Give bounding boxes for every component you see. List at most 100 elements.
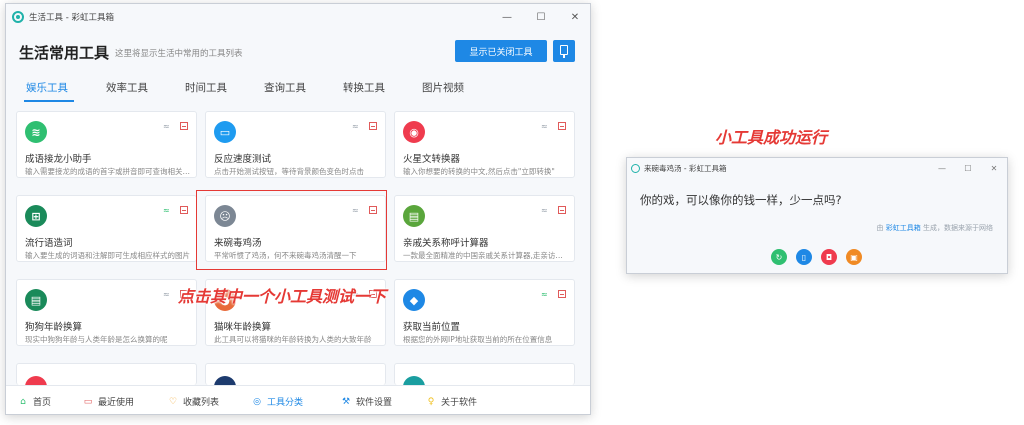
receipt-icon: ≋ xyxy=(25,121,47,143)
nav-settings[interactable]: ⚒ 软件设置 xyxy=(341,395,393,409)
scrollbar[interactable] xyxy=(590,102,591,312)
nav-label: 首页 xyxy=(33,398,52,408)
tool-card-desc: 输入要生成的词语和注解即可生成相应样式的图片 xyxy=(25,251,190,260)
tool-card-partial[interactable] xyxy=(205,363,386,398)
remove-tool-icon[interactable] xyxy=(180,122,188,130)
dog-icon: ▤ xyxy=(25,289,47,311)
click-hint-annotation: 点击其中一个小工具测试一下 xyxy=(178,287,387,306)
page-subtitle: 这里将显示生活中常用的工具列表 xyxy=(115,49,243,59)
page-title: 生活常用工具 xyxy=(19,44,110,62)
tool-card-desc: 点击开始测试按钮，等待背景颜色变色时点击 xyxy=(214,167,364,176)
popup-maximize-button[interactable]: ☐ xyxy=(955,158,981,178)
remove-tool-icon[interactable] xyxy=(558,290,566,298)
tool-card-title: 火星文转换器 xyxy=(403,154,461,165)
copy-button[interactable]: ▯ xyxy=(796,249,812,265)
app-logo-icon xyxy=(631,163,640,173)
remove-tool-icon[interactable] xyxy=(558,122,566,130)
remove-tool-icon[interactable] xyxy=(558,206,566,214)
tool-card-buzzword[interactable]: ⊞ ≈ 流行语造词 输入要生成的词语和注解即可生成相应样式的图片 xyxy=(16,195,197,262)
tool-card-location[interactable]: ◆ ≈ 获取当前位置 根据您的外网IP地址获取当前的所在位置信息 xyxy=(394,279,575,346)
tab-time[interactable]: 时间工具 xyxy=(185,80,227,95)
refresh-button[interactable]: ↻ xyxy=(771,249,787,265)
tool-card-partial[interactable] xyxy=(16,363,197,398)
minimize-button[interactable]: — xyxy=(490,4,524,30)
bulb-icon: ♀ xyxy=(427,396,435,407)
tool-card-idiom[interactable]: ≋ ≈ 成语接龙小助手 输入需要接龙的成语的首字或拼音即可查询相关成语 xyxy=(16,111,197,178)
heart-icon: ♡ xyxy=(168,396,178,407)
nav-label: 最近使用 xyxy=(98,398,135,408)
popup-title-bar[interactable]: 来碗毒鸡汤 - 彩虹工具箱 — ☐ ✕ xyxy=(627,158,1007,178)
popup-close-button[interactable]: ✕ xyxy=(981,158,1007,178)
footer-suffix: 生成，数据来源于网络 xyxy=(923,224,993,232)
page-header: 生活常用工具 这里将显示生活中常用的工具列表 显示已关闭工具 xyxy=(6,30,590,76)
category-icon: ◎ xyxy=(253,396,261,407)
tool-popup-window: 来碗毒鸡汤 - 彩虹工具箱 — ☐ ✕ 你的戏，可以像你的钱一样，少一点吗? 由… xyxy=(626,157,1008,274)
location-icon: ◆ xyxy=(403,289,425,311)
tool-card-desc: 输入需要接龙的成语的首字或拼音即可查询相关成语 xyxy=(25,167,192,176)
tool-card-dog-age[interactable]: ▤ ≈ 狗狗年龄换算 现实中狗狗年龄与人类年龄是怎么换算的呢 xyxy=(16,279,197,346)
footer-app-link[interactable]: 彩虹工具箱 xyxy=(886,224,921,232)
tab-image-video[interactable]: 图片视频 xyxy=(422,80,464,95)
nav-recent[interactable]: ▭ 最近使用 xyxy=(83,395,135,409)
copy-icon: ▯ xyxy=(801,252,807,262)
popup-footer: 由 彩虹工具箱 生成，数据来源于网络 xyxy=(877,223,993,233)
nav-home[interactable]: ⌂ 首页 xyxy=(18,395,52,409)
title-bar[interactable]: 生活工具 - 彩虹工具箱 — ☐ ✕ xyxy=(6,4,590,30)
tool-card-title: 狗狗年龄换算 xyxy=(25,322,83,333)
nav-about[interactable]: ♀ 关于软件 xyxy=(426,395,478,409)
tool-card-desc: 此工具可以将猫咪的年龄转换为人类的大致年龄 xyxy=(214,335,372,344)
nav-label: 关于软件 xyxy=(441,398,478,408)
wifi-icon[interactable]: ≈ xyxy=(541,206,548,215)
wrench-icon: ⚒ xyxy=(341,396,351,407)
screenshot-stage: 生活工具 - 彩虹工具箱 — ☐ ✕ 生活常用工具 这里将显示生活中常用的工具列… xyxy=(0,0,1024,425)
tool-card-desc: 一款最全面精准的中国亲戚关系计算器,走亲访友必备 xyxy=(403,251,570,260)
nav-label: 工具分类 xyxy=(267,398,304,408)
remove-tool-icon[interactable] xyxy=(180,206,188,214)
wifi-icon[interactable]: ≈ xyxy=(541,122,548,131)
close-button[interactable]: ✕ xyxy=(558,4,590,30)
wifi-icon[interactable]: ≈ xyxy=(352,122,359,131)
wifi-icon[interactable]: ≈ xyxy=(541,290,548,299)
wifi-icon[interactable]: ≈ xyxy=(163,290,170,299)
camera-icon: ◘ xyxy=(825,252,833,262)
bottom-nav: ⌂ 首页 ▭ 最近使用 ♡ 收藏列表 ◎ 工具分类 ⚒ 软件设置 ♀ 关于软件 xyxy=(6,385,590,414)
run-success-annotation: 小工具成功运行 xyxy=(715,128,828,147)
tool-card-martian[interactable]: ◉ ≈ 火星文转换器 输入你想要的转换的中文,然后点击"立即转换" xyxy=(394,111,575,178)
tool-card-title: 流行语造词 xyxy=(25,238,73,249)
nav-label: 软件设置 xyxy=(356,398,393,408)
screenshot-button[interactable]: ◘ xyxy=(821,249,837,265)
tab-query[interactable]: 查询工具 xyxy=(264,80,306,95)
pin-window-button[interactable] xyxy=(553,40,575,62)
grid-icon: ⊞ xyxy=(25,205,47,227)
tab-convert[interactable]: 转换工具 xyxy=(343,80,385,95)
calculator-icon: ▤ xyxy=(403,205,425,227)
selection-highlight xyxy=(196,190,387,270)
maximize-button[interactable]: ☐ xyxy=(524,4,558,30)
tool-card-desc: 现实中狗狗年龄与人类年龄是怎么换算的呢 xyxy=(25,335,168,344)
tab-efficiency[interactable]: 效率工具 xyxy=(106,80,148,95)
tool-card-title: 反应速度测试 xyxy=(214,154,272,165)
folder-icon: ▭ xyxy=(83,396,93,407)
tool-card-partial[interactable] xyxy=(394,363,575,398)
home-icon: ⌂ xyxy=(20,396,26,407)
tool-card-relatives[interactable]: ▤ ≈ 亲戚关系称呼计算器 一款最全面精准的中国亲戚关系计算器,走亲访友必备 xyxy=(394,195,575,262)
tool-card-title: 成语接龙小助手 xyxy=(25,154,92,165)
nav-favorites[interactable]: ♡ 收藏列表 xyxy=(168,395,219,409)
show-closed-tools-button[interactable]: 显示已关闭工具 xyxy=(455,40,547,62)
wifi-icon[interactable]: ≈ xyxy=(163,122,170,131)
remove-tool-icon[interactable] xyxy=(369,122,377,130)
wifi-icon[interactable]: ≈ xyxy=(163,206,170,215)
tab-entertainment[interactable]: 娱乐工具 xyxy=(26,80,68,95)
popup-minimize-button[interactable]: — xyxy=(929,158,955,178)
app-logo-icon xyxy=(12,11,24,23)
active-tab-indicator xyxy=(24,100,74,102)
tool-card-desc: 根据您的外网IP地址获取当前的所在位置信息 xyxy=(403,335,553,344)
tool-card-desc: 输入你想要的转换的中文,然后点击"立即转换" xyxy=(403,167,555,176)
nav-categories[interactable]: ◎ 工具分类 xyxy=(252,395,304,409)
fire-icon: ◉ xyxy=(403,121,425,143)
soup-message: 你的戏，可以像你的钱一样，少一点吗? xyxy=(640,193,842,207)
footer-prefix: 由 xyxy=(876,224,884,232)
tool-card-title: 猫咪年龄换算 xyxy=(214,322,272,333)
tool-card-reaction[interactable]: ▭ ≈ 反应速度测试 点击开始测试按钮，等待背景颜色变色时点击 xyxy=(205,111,386,178)
save-image-button[interactable]: ▣ xyxy=(846,249,862,265)
